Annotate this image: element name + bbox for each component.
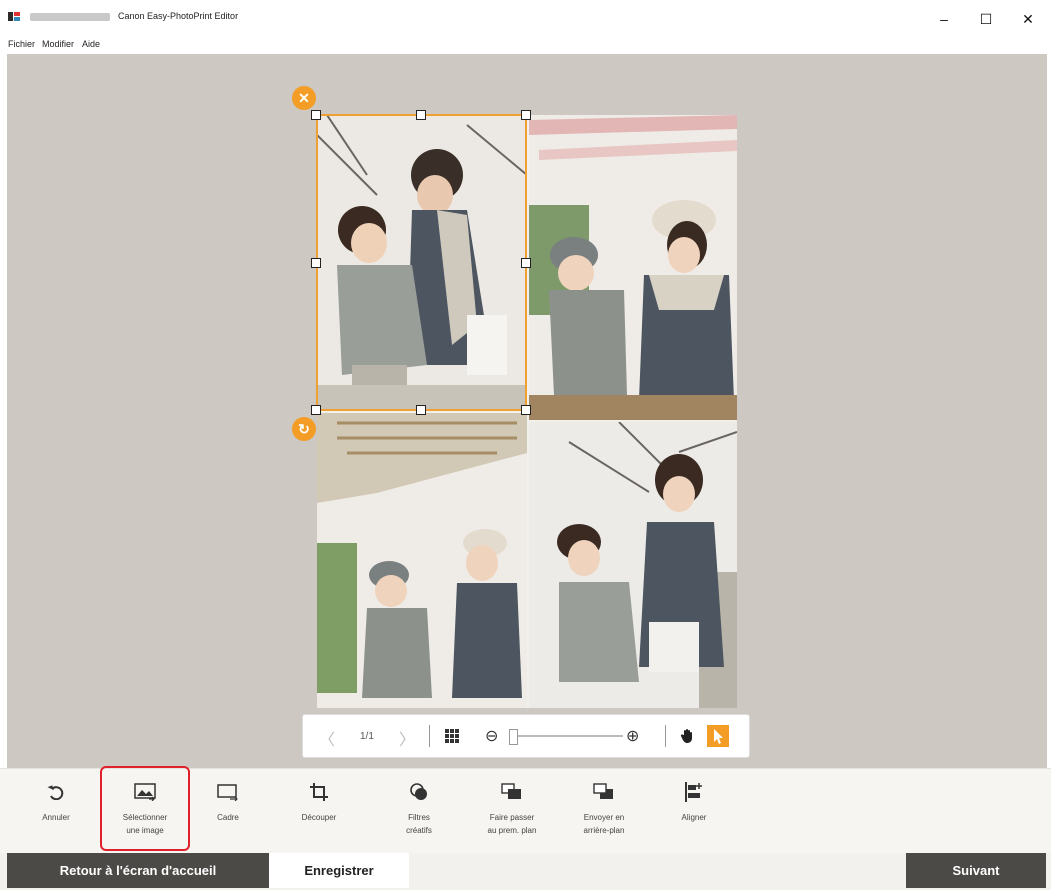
photo-kids-holding-hands-image [529, 422, 737, 708]
crop-label: Découper [301, 813, 337, 822]
minimize-button[interactable]: – [924, 4, 964, 34]
previous-page-button[interactable]: 〈 [319, 726, 335, 750]
resize-handle-top[interactable] [416, 110, 426, 120]
undo-button[interactable]: Annuler [13, 777, 99, 824]
title-bar: Canon Easy-PhotoPrint Editor – ☐ ✕ [0, 0, 1051, 36]
pager-divider [429, 725, 430, 747]
menu-modifier[interactable]: Modifier [42, 39, 74, 49]
app-logo-icon [8, 12, 20, 21]
undo-icon [47, 785, 64, 800]
filters-label-line1: Filtres [408, 813, 430, 822]
window-title: Canon Easy-PhotoPrint Editor [118, 11, 239, 21]
photo-bottom-left[interactable] [317, 413, 527, 708]
select-tool-button[interactable] [707, 725, 729, 747]
bring-to-front-icon [501, 783, 521, 799]
align-label: Aligner [681, 813, 707, 822]
hand-tool-icon[interactable] [680, 728, 696, 744]
back-to-home-button[interactable]: Retour à l'écran d'accueil [7, 853, 269, 888]
grid-view-icon[interactable] [445, 729, 459, 743]
pointer-arrow-icon [714, 729, 723, 744]
zoom-in-icon[interactable]: ⊕ [626, 726, 639, 746]
resize-handle-bottom-left[interactable] [311, 405, 321, 415]
resize-handle-top-right[interactable] [521, 110, 531, 120]
zoom-out-icon[interactable]: ⊖ [485, 726, 498, 746]
rotate-item-button[interactable]: ↻ [292, 417, 316, 441]
send-to-back-icon [593, 783, 613, 799]
bring-to-front-button[interactable]: Faire passer au prem. plan [469, 777, 555, 837]
menu-bar: Fichier Modifier Aide [0, 36, 1051, 54]
zoom-slider-thumb[interactable] [509, 729, 518, 745]
selection-frame[interactable] [316, 114, 527, 411]
photo-top-right[interactable] [529, 115, 737, 420]
resize-handle-bottom[interactable] [416, 405, 426, 415]
page-indicator: 1/1 [360, 731, 374, 742]
photo-kids-bench-image [529, 115, 737, 420]
undo-label: Annuler [42, 813, 70, 822]
menu-aide[interactable]: Aide [82, 39, 100, 49]
resize-handle-top-left[interactable] [311, 110, 321, 120]
select-image-highlight [100, 766, 190, 851]
back-label-line1: Envoyer en [583, 813, 625, 822]
next-button[interactable]: Suivant [906, 853, 1046, 888]
filters-icon [410, 783, 427, 800]
close-button[interactable]: ✕ [1008, 4, 1048, 34]
zoom-slider-track[interactable] [513, 735, 623, 737]
front-label-line2: au prem. plan [487, 826, 537, 835]
crop-icon [310, 783, 328, 801]
creative-filters-button[interactable]: Filtres créatifs [376, 777, 462, 837]
resize-handle-right[interactable] [521, 258, 531, 268]
front-label-line1: Faire passer [489, 813, 535, 822]
frame-label: Cadre [217, 813, 239, 822]
page-zoom-toolbar: 〈 1/1 〉 ⊖ ⊕ [302, 714, 750, 758]
back-label-line2: arrière-plan [583, 826, 625, 835]
pager-divider-2 [665, 725, 666, 747]
resize-handle-bottom-right[interactable] [521, 405, 531, 415]
next-page-button[interactable]: 〉 [399, 726, 415, 750]
filters-label-line2: créatifs [406, 826, 432, 835]
frame-icon [217, 784, 238, 801]
save-button[interactable]: Enregistrer [269, 853, 409, 888]
delete-item-button[interactable]: ✕ [292, 86, 316, 110]
align-icon [685, 782, 702, 802]
maximize-button[interactable]: ☐ [966, 4, 1006, 34]
photo-bottom-right[interactable] [529, 422, 737, 708]
frame-button[interactable]: Cadre [185, 777, 271, 824]
photo-kids-pergola-image [317, 413, 527, 708]
send-to-back-button[interactable]: Envoyer en arrière-plan [561, 777, 647, 837]
menu-fichier[interactable]: Fichier [8, 39, 35, 49]
align-button[interactable]: Aligner [651, 777, 737, 824]
title-redacted [30, 13, 110, 21]
crop-button[interactable]: Découper [276, 777, 362, 824]
resize-handle-left[interactable] [311, 258, 321, 268]
